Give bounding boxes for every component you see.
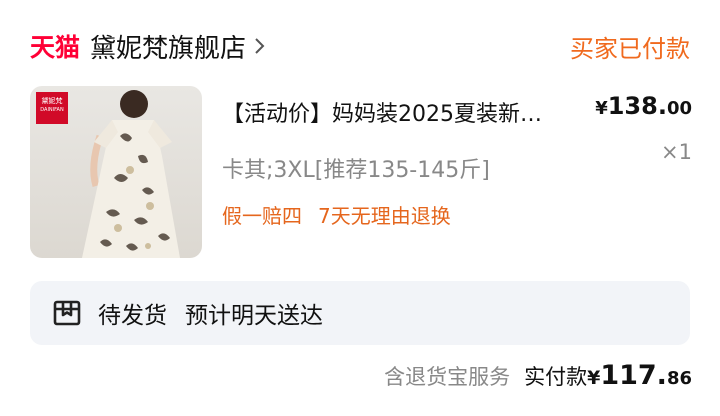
shipping-eta: 预计明天送达 xyxy=(185,303,323,329)
paid-amount: ¥117.86 xyxy=(587,360,692,391)
order-status: 买家已付款 xyxy=(570,34,690,63)
return-insurance-label[interactable]: 含退货宝服务 xyxy=(384,361,510,391)
shipping-status: 待发货 xyxy=(98,303,167,329)
order-footer: 含退货宝服务 实付款 ¥117.86 xyxy=(384,360,692,391)
product-image[interactable]: 黛妮梵 DAINIFAN xyxy=(30,86,202,258)
product-quantity: ×1 xyxy=(661,140,692,164)
service-guarantees: 假一赔四 7天无理由退换 xyxy=(222,200,451,229)
product-sku: 卡其;3XL[推荐135-145斤] xyxy=(222,158,490,183)
guarantee-7day-return[interactable]: 7天无理由退换 xyxy=(318,204,451,228)
package-icon xyxy=(53,300,81,326)
product-title[interactable]: 【活动价】妈妈装2025夏装新… xyxy=(222,96,590,128)
tmall-logo: 天猫 xyxy=(30,33,81,62)
paid-label: 实付款 xyxy=(524,365,588,389)
shop-name-link[interactable]: 黛妮梵旗舰店 xyxy=(90,28,246,65)
guarantee-fake-compensation[interactable]: 假一赔四 xyxy=(222,204,302,228)
order-card-header: 天猫 黛妮梵旗舰店 买家已付款 xyxy=(30,26,690,66)
product-price: ¥138.00 xyxy=(595,92,692,120)
chevron-right-icon[interactable] xyxy=(254,37,266,55)
dress-illustration xyxy=(82,90,180,258)
shipping-status-bar[interactable]: 待发货 预计明天送达 xyxy=(30,281,690,345)
